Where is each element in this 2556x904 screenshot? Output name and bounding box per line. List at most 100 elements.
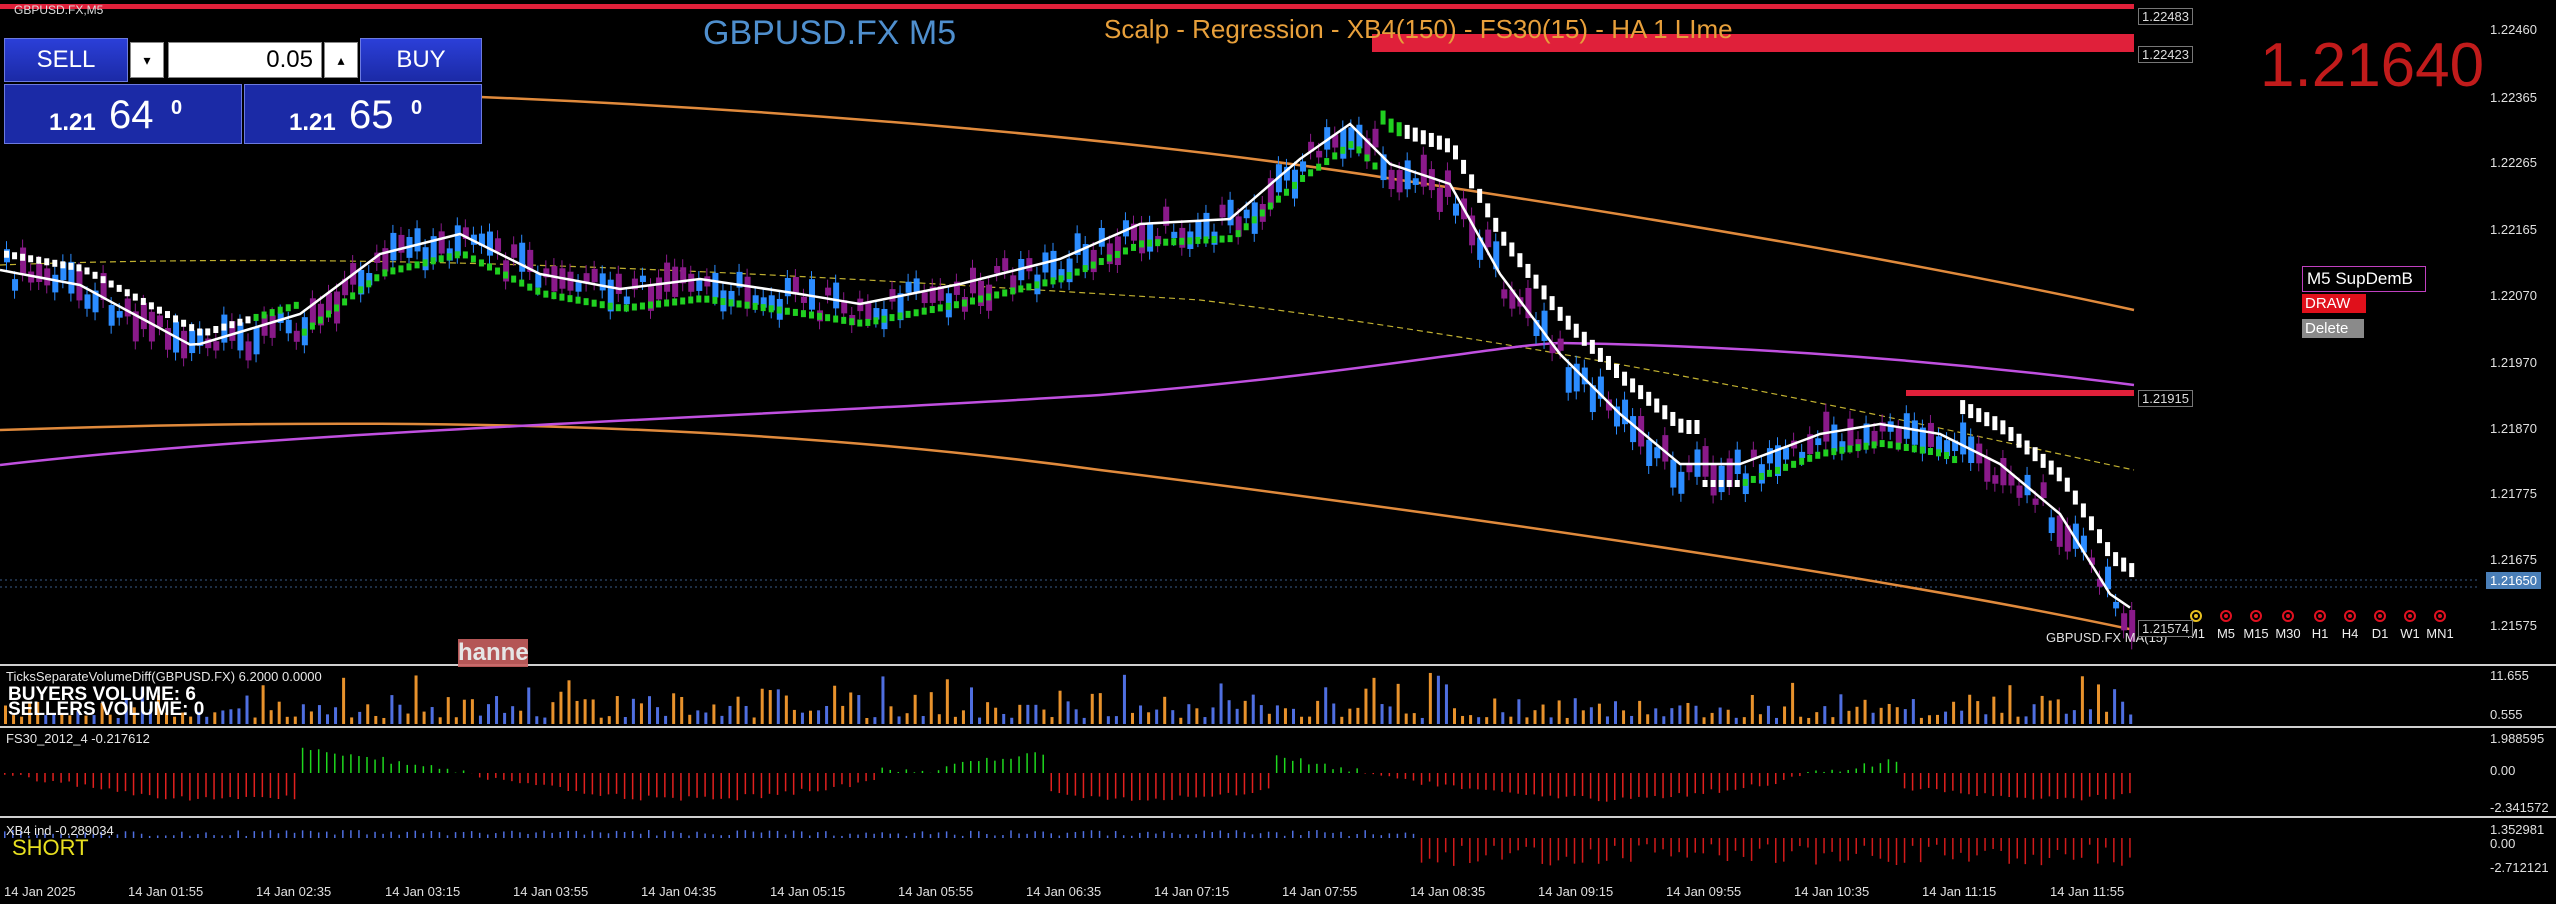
candle-body (800, 296, 807, 303)
xb4-bar (1783, 838, 1785, 862)
fs30-bar (2088, 773, 2091, 797)
candle-body (148, 311, 155, 342)
ha-dot (1380, 110, 1386, 125)
xb4-bar (857, 834, 859, 838)
volume-bar (1308, 716, 1312, 724)
xb4-bar (229, 835, 231, 838)
volume-bar (1010, 717, 1014, 724)
xb4-bar (849, 833, 851, 838)
tf-w1[interactable]: W1 (2394, 610, 2426, 641)
volume-bar (205, 716, 209, 724)
volume-bar (4, 705, 7, 724)
fs30-pane[interactable] (0, 728, 2556, 816)
xb4-bar (1090, 830, 1093, 838)
xb4-bar (897, 833, 900, 838)
sell-price[interactable]: 1.21 64 0 (4, 84, 242, 144)
fs30-bar (2056, 773, 2059, 800)
volume-bar (245, 695, 249, 724)
candle-body (825, 287, 832, 296)
volume-bar (680, 696, 684, 724)
buy-price[interactable]: 1.21 65 0 (244, 84, 482, 144)
ha-dot (978, 295, 984, 303)
fs30-bar (2064, 773, 2067, 798)
volume-bar (559, 691, 563, 724)
ha-dot (809, 311, 814, 319)
ha-dot (1605, 355, 1611, 370)
draw-button[interactable]: DRAW (2302, 294, 2366, 313)
volume-bar (1911, 699, 1915, 724)
xb4-bar (720, 835, 722, 838)
volume-bar (1131, 712, 1134, 724)
volume-bar (1275, 705, 1279, 724)
fs30-bar (897, 772, 900, 773)
tf-m30[interactable]: M30 (2272, 610, 2304, 641)
xb4-bar (1662, 838, 1664, 850)
sell-button[interactable]: SELL (4, 38, 128, 82)
ha-dot (293, 301, 299, 309)
volume-bar (720, 715, 724, 724)
xb4-bar (1614, 838, 1616, 846)
volume-bar (1219, 683, 1223, 724)
xb4-bar (865, 832, 867, 838)
fs30-bar (12, 773, 14, 776)
ha-dot (1155, 239, 1161, 247)
tf-h1[interactable]: H1 (2304, 610, 2336, 641)
xb4-axis-label: -2.712121 (2490, 860, 2549, 875)
xb4-bar (1364, 830, 1366, 838)
buy-price-fraction: 0 (411, 97, 423, 119)
xb4-bar (873, 833, 875, 838)
candle-body (2032, 498, 2039, 505)
volume-bar (809, 710, 812, 724)
ha-dot (2080, 503, 2086, 518)
volume-bar (1251, 694, 1255, 724)
volume-bar (696, 710, 700, 724)
tf-m15[interactable]: M15 (2240, 610, 2272, 641)
price-axis-label: 1.22365 (2490, 90, 2537, 105)
fs30-bar (543, 773, 545, 785)
xb4-bar (1179, 834, 1181, 838)
tf-h4[interactable]: H4 (2334, 610, 2366, 641)
fs30-bar (1396, 773, 1399, 779)
volume-bar (1493, 698, 1497, 724)
volume-pane[interactable] (0, 666, 2556, 726)
signal-text: SHORT (12, 835, 89, 860)
delete-button[interactable]: Delete (2302, 319, 2364, 338)
fs30-bar (68, 773, 70, 782)
ha-dot (382, 269, 388, 277)
xb4-bar (1388, 833, 1391, 838)
lot-increase-button[interactable]: ▴ (324, 42, 358, 78)
xb4-bar (1275, 832, 1278, 838)
xb4-bar (438, 832, 441, 838)
volume-bar (1050, 717, 1054, 724)
lot-size-input[interactable] (168, 42, 322, 78)
ha-dot (1098, 258, 1104, 266)
ha-dot (1839, 446, 1845, 454)
fs30-bar (978, 761, 980, 773)
tf-d1[interactable]: D1 (2364, 610, 2396, 641)
volume-bar (1292, 708, 1295, 724)
candle-body (1630, 416, 1637, 443)
volume-bar (1525, 717, 1529, 724)
volume-bar (873, 717, 877, 724)
fs30-bar (1919, 773, 1922, 790)
xb4-pane[interactable] (0, 818, 2556, 880)
xb4-bar (1589, 838, 1592, 850)
ha-dot (1187, 237, 1193, 245)
tf-mn1[interactable]: MN1 (2424, 610, 2456, 641)
ha-dot (301, 328, 307, 336)
tf-m5[interactable]: M5 (2210, 610, 2242, 641)
chart-title: GBPUSD.FX M5 (703, 14, 957, 52)
xb4-bar (1879, 838, 1882, 859)
buy-button[interactable]: BUY (360, 38, 482, 82)
ha-dot (921, 307, 927, 315)
ha-dot (326, 310, 331, 318)
fs30-bar (1847, 769, 1849, 773)
xb4-bar (2064, 838, 2067, 855)
lot-decrease-button[interactable]: ▾ (130, 42, 164, 78)
volume-bar (639, 703, 643, 724)
candle-body (1388, 169, 1395, 190)
xb4-bar (1984, 838, 1986, 851)
ha-dot (261, 311, 267, 319)
volume-bar (1887, 703, 1891, 724)
ha-dot (2088, 516, 2094, 531)
